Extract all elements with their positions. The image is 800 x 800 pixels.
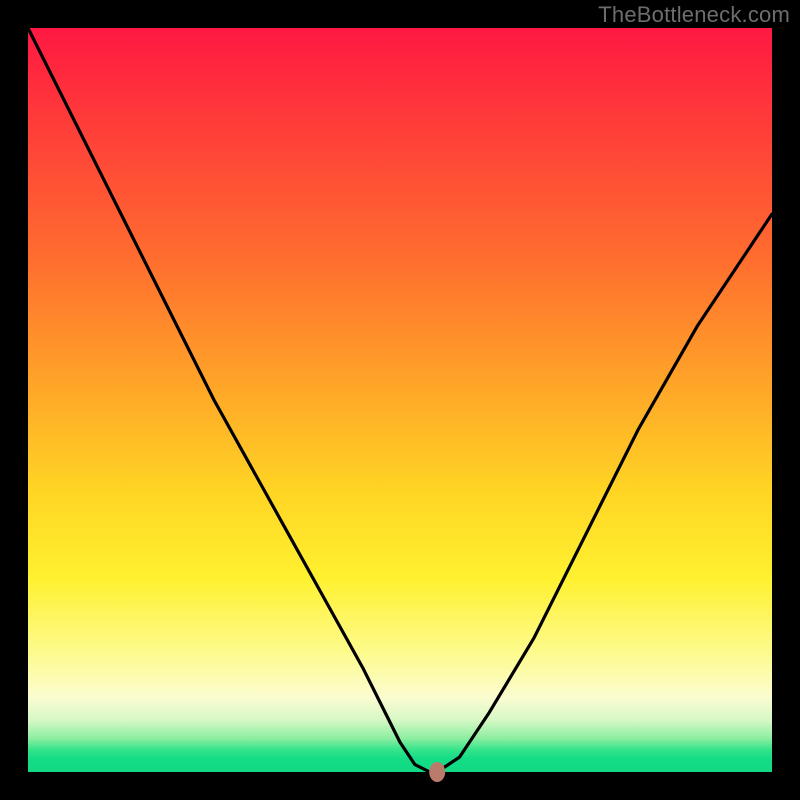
chart-frame: TheBottleneck.com [0,0,800,800]
bottleneck-curve [28,28,772,772]
watermark-label: TheBottleneck.com [598,2,790,28]
chart-svg [28,28,772,772]
minimum-marker [429,762,445,782]
plot-area [28,28,772,772]
